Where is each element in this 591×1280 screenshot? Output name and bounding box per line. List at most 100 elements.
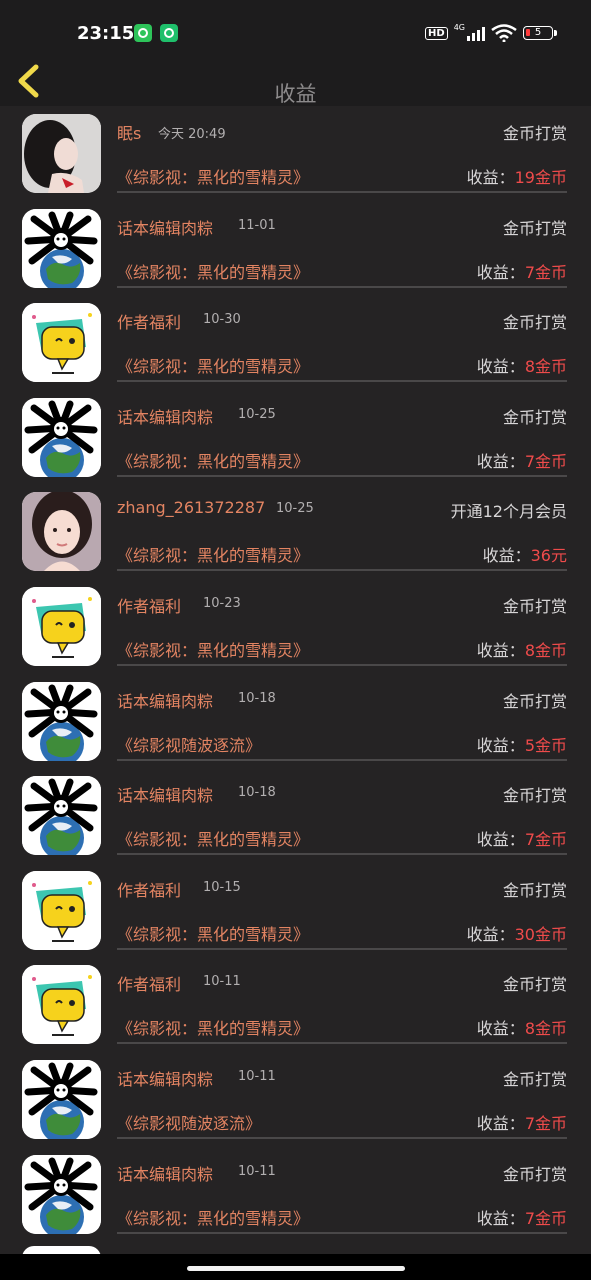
list-item[interactable]: 作者福利 10-15 金币打赏 《综影视：黑化的雪精灵》 收益：30金币	[0, 863, 591, 958]
book-title[interactable]: 《综影视：黑化的雪精灵》	[117, 1015, 309, 1039]
list-item[interactable]: 话本编辑肉粽 11-01 金币打赏 《综影视：黑化的雪精灵》 收益：7金币	[0, 201, 591, 296]
earth-meme-avatar[interactable]	[22, 1154, 101, 1234]
status-indicators: HD 4G 5	[425, 22, 557, 44]
app-notification-icon	[134, 24, 152, 42]
earning-type: 开通12个月会员	[450, 502, 567, 522]
row-divider	[117, 1136, 567, 1139]
earning-label: 收益：	[476, 357, 525, 377]
book-title[interactable]: 《综影视：黑化的雪精灵》	[117, 637, 309, 661]
user-name[interactable]: 眠s	[117, 120, 141, 144]
earning-amount: 收益：7金币	[477, 448, 567, 472]
girl-photo-avatar[interactable]	[22, 114, 101, 193]
earning-amount: 收益：36元	[483, 542, 567, 566]
nav-bar: 收益	[0, 54, 591, 106]
earning-amount: 收益：19金币	[467, 164, 567, 188]
earning-value: 7金币	[524, 262, 567, 282]
chat-bubble-avatar[interactable]	[22, 965, 101, 1045]
earning-label: 收益：	[476, 451, 525, 471]
user-name[interactable]: 话本编辑肉粽	[117, 688, 213, 712]
earning-value: 8金币	[524, 357, 567, 377]
user-name[interactable]: 话本编辑肉粽	[117, 782, 213, 806]
earning-amount: 收益：8金币	[477, 1015, 567, 1039]
user-name[interactable]: zhang_261372287	[117, 498, 265, 517]
woman-photo-avatar[interactable]	[22, 492, 101, 572]
book-title[interactable]: 《综影视随波逐流》	[117, 732, 261, 756]
earning-label: 收益：	[476, 262, 525, 282]
user-name[interactable]: 话本编辑肉粽	[117, 215, 213, 239]
earning-amount: 收益：7金币	[477, 1110, 567, 1134]
user-name[interactable]: 作者福利	[117, 971, 181, 995]
earning-amount: 收益：8金币	[477, 637, 567, 661]
list-item[interactable]: 作者福利 10-30 金币打赏 《综影视：黑化的雪精灵》 收益：8金币	[0, 295, 591, 390]
user-name[interactable]: 话本编辑肉粽	[117, 404, 213, 428]
earth-meme-avatar[interactable]	[22, 681, 101, 761]
earning-value: 8金币	[524, 1019, 567, 1039]
book-title[interactable]: 《综影视：黑化的雪精灵》	[117, 259, 309, 283]
wifi-icon	[491, 24, 517, 42]
row-divider	[117, 947, 567, 950]
book-title[interactable]: 《综影视：黑化的雪精灵》	[117, 164, 309, 188]
earth-meme-avatar[interactable]	[22, 208, 101, 288]
list-item[interactable]: 话本编辑肉粽 10-18 金币打赏 《综影视随波逐流》 收益：5金币	[0, 674, 591, 769]
user-name[interactable]: 作者福利	[117, 877, 181, 901]
row-divider	[117, 1231, 567, 1234]
book-title[interactable]: 《综影视：黑化的雪精灵》	[117, 1205, 309, 1229]
book-title[interactable]: 《综影视：黑化的雪精灵》	[117, 921, 309, 945]
record-date: 10-30	[203, 312, 241, 328]
book-title[interactable]: 《综影视：黑化的雪精灵》	[117, 353, 309, 377]
earning-type: 金币打赏	[502, 407, 567, 427]
user-name[interactable]: 作者福利	[117, 593, 181, 617]
record-date: 10-11	[238, 1163, 276, 1179]
row-divider	[117, 285, 567, 288]
earning-label: 收益：	[466, 168, 515, 187]
chat-bubble-avatar[interactable]	[22, 870, 101, 950]
battery-icon: 5	[523, 26, 557, 40]
record-date: 10-25	[276, 501, 314, 517]
row-divider	[117, 474, 567, 477]
list-item[interactable]: zhang_261372287 10-25 开通12个月会员 《综影视：黑化的雪…	[0, 484, 591, 579]
shield-notification-icon	[160, 24, 178, 42]
earning-value: 7金币	[524, 830, 567, 850]
home-indicator[interactable]	[187, 1266, 405, 1271]
earning-value: 7金币	[524, 451, 567, 471]
user-name[interactable]: 话本编辑肉粽	[117, 1161, 213, 1185]
record-date: 10-25	[238, 406, 276, 422]
chat-bubble-avatar[interactable]	[22, 303, 101, 383]
earning-amount: 收益：30金币	[467, 921, 567, 945]
book-title[interactable]: 《综影视：黑化的雪精灵》	[117, 448, 309, 472]
row-divider	[117, 569, 567, 572]
list-item[interactable]: 作者福利 10-23 金币打赏 《综影视：黑化的雪精灵》 收益：8金币	[0, 579, 591, 674]
list-item[interactable]: 话本编辑肉粽 10-18 金币打赏 《综影视：黑化的雪精灵》 收益：7金币	[0, 768, 591, 863]
earning-amount: 收益：5金币	[477, 732, 567, 756]
cellular-signal-icon	[467, 25, 485, 41]
row-divider	[117, 758, 567, 761]
earth-meme-avatar[interactable]	[22, 397, 101, 477]
list-item[interactable]: 眠s 今天 20:49 金币打赏 《综影视：黑化的雪精灵》 收益：19金币	[0, 106, 591, 201]
list-item[interactable]: 话本编辑肉粽 10-25 金币打赏 《综影视：黑化的雪精灵》 收益：7金币	[0, 390, 591, 485]
earning-value: 8金币	[524, 640, 567, 660]
row-divider	[117, 853, 567, 856]
earning-label: 收益：	[476, 640, 525, 660]
earning-label: 收益：	[476, 1019, 525, 1039]
list-item[interactable]: 话本编辑肉粽 10-11 金币打赏 《综影视：黑化的雪精灵》 收益：7金币	[0, 1147, 591, 1242]
row-divider	[117, 663, 567, 666]
user-name[interactable]: 作者福利	[117, 309, 181, 333]
earning-type: 金币打赏	[502, 124, 567, 143]
earning-label: 收益：	[482, 546, 531, 566]
page-title: 收益	[274, 82, 317, 106]
book-title[interactable]: 《综影视：黑化的雪精灵》	[117, 826, 309, 850]
earning-type: 金币打赏	[502, 786, 567, 806]
earning-type: 金币打赏	[502, 1164, 567, 1184]
earth-meme-avatar[interactable]	[22, 776, 101, 856]
earning-label: 收益：	[466, 924, 515, 944]
earning-amount: 收益：7金币	[477, 259, 567, 283]
chat-bubble-avatar[interactable]	[22, 586, 101, 666]
user-name[interactable]: 话本编辑肉粽	[117, 1066, 213, 1090]
list-item[interactable]: 作者福利 10-11 金币打赏 《综影视：黑化的雪精灵》 收益：8金币	[0, 957, 591, 1052]
earning-label: 收益：	[476, 735, 525, 755]
book-title[interactable]: 《综影视：黑化的雪精灵》	[117, 542, 309, 566]
earning-value: 7金币	[524, 1113, 567, 1133]
earth-meme-avatar[interactable]	[22, 1059, 101, 1139]
list-item[interactable]: 话本编辑肉粽 10-11 金币打赏 《综影视随波逐流》 收益：7金币	[0, 1052, 591, 1147]
book-title[interactable]: 《综影视随波逐流》	[117, 1110, 261, 1134]
